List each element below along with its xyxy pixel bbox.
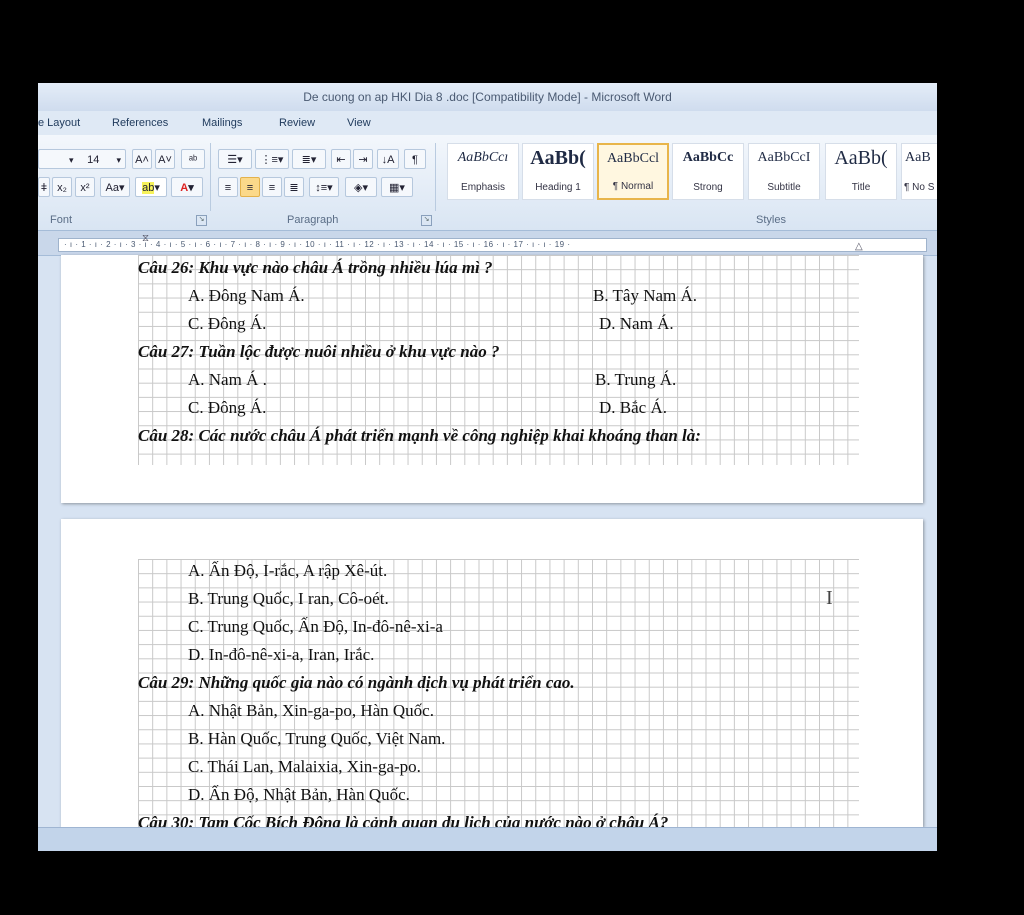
group-divider: [435, 143, 436, 211]
text-cursor-icon: I: [826, 587, 833, 609]
answer-27-d: D. Bắc Á.: [599, 398, 667, 417]
question-29: Câu 29: Những quốc gia nào có ngành dịch…: [138, 673, 575, 692]
question-26: Câu 26: Khu vực nào châu Á trồng nhiều l…: [138, 258, 493, 277]
answer-29-b: B. Hàn Quốc, Trung Quốc, Việt Nam.: [188, 729, 446, 748]
font-dialog-launcher-icon[interactable]: ↘: [196, 215, 207, 226]
change-case-icon[interactable]: Aa▾: [100, 177, 130, 197]
window-title: De cuong on ap HKI Dia 8 .doc [Compatibi…: [38, 83, 937, 111]
show-marks-icon[interactable]: ¶: [404, 149, 426, 169]
tab-view[interactable]: View: [347, 117, 371, 129]
answer-26-a: A. Đông Nam Á.: [188, 286, 305, 305]
document-page-1[interactable]: Câu 26: Khu vực nào châu Á trồng nhiều l…: [61, 255, 923, 503]
align-center-icon[interactable]: ≡: [240, 177, 260, 197]
word-window: De cuong on ap HKI Dia 8 .doc [Compatibi…: [38, 83, 937, 851]
indent-marker-icon[interactable]: ⧖: [142, 233, 149, 244]
shading-icon[interactable]: ◈▾: [345, 177, 377, 197]
answer-29-d: D. Ấn Độ, Nhật Bản, Hàn Quốc.: [188, 785, 410, 804]
style-sample: AaBbCc: [682, 150, 734, 165]
style-sample: AaBbCcı: [457, 150, 509, 165]
style-sample: AaBbCcl: [606, 151, 660, 166]
style-name: Subtitle: [767, 182, 801, 193]
shrink-font-icon[interactable]: A˅: [155, 149, 175, 169]
answer-26-c: C. Đông Á.: [188, 314, 267, 333]
grow-font-icon[interactable]: A˄: [132, 149, 152, 169]
answer-28-a: A. Ấn Độ, I-rắc, A rập Xê-út.: [188, 561, 388, 580]
style-heading-1[interactable]: AaBb( Heading 1: [522, 143, 594, 200]
style-emphasis[interactable]: AaBbCcı Emphasis: [447, 143, 519, 200]
line-spacing-icon[interactable]: ↕≡▾: [309, 177, 339, 197]
font-size-value: 14: [87, 154, 100, 166]
answer-27-c: C. Đông Á.: [188, 398, 267, 417]
document-page-2[interactable]: A. Ấn Độ, I-rắc, A rập Xê-út. B. Trung Q…: [61, 519, 923, 827]
subscript-icon[interactable]: x₂: [52, 177, 72, 197]
style-sample: AaBb(: [834, 147, 888, 169]
strikethrough-icon[interactable]: ǂ: [38, 177, 50, 197]
answer-26-d: D. Nam Á.: [599, 314, 674, 333]
question-27: Câu 27: Tuần lộc được nuôi nhiều ở khu v…: [138, 342, 500, 361]
ribbon: ▾ 14 ▾ A˄ A˅ ᵃᵇ ǂ x₂ x² Aa▾ ab▾ A▾ Font …: [38, 135, 937, 231]
dropdown-arrow-icon: ▾: [69, 155, 74, 165]
styles-group-label: Styles: [756, 214, 786, 226]
status-bar: [38, 827, 937, 851]
answer-28-d: D. In-đô-nê-xi-a, Iran, Irắc.: [188, 645, 375, 664]
style-sample: AaB: [905, 150, 931, 165]
clear-formatting-icon[interactable]: ᵃᵇ: [181, 149, 205, 169]
group-divider: [210, 143, 211, 211]
style-subtitle[interactable]: AaBbCcI Subtitle: [748, 143, 820, 200]
answer-28-c: C. Trung Quốc, Ấn Độ, In-đô-nê-xi-a: [188, 617, 443, 636]
style-name: Emphasis: [461, 182, 505, 193]
style-strong[interactable]: AaBbCc Strong: [672, 143, 744, 200]
style-name: ¶ Normal: [612, 181, 654, 192]
increase-indent-icon[interactable]: ⇥: [353, 149, 373, 169]
multilevel-list-icon[interactable]: ≣▾: [292, 149, 326, 169]
question-28: Câu 28: Các nước châu Á phát triển mạnh …: [138, 426, 701, 445]
style-name: ¶ No S: [904, 182, 935, 193]
chevron-down-icon: ▾: [116, 155, 121, 165]
style-sample: AaBb(: [530, 147, 586, 169]
right-indent-marker-icon[interactable]: △: [855, 241, 863, 252]
align-right-icon[interactable]: ≡: [262, 177, 282, 197]
style-name: Strong: [693, 182, 723, 193]
tab-page-layout[interactable]: e Layout: [38, 117, 80, 129]
bullets-icon[interactable]: ☰▾: [218, 149, 252, 169]
tab-review[interactable]: Review: [279, 117, 315, 129]
highlight-icon[interactable]: ab▾: [135, 177, 167, 197]
answer-26-b: B. Tây Nam Á.: [593, 286, 698, 305]
paragraph-group-label: Paragraph: [287, 214, 339, 226]
answer-29-c: C. Thái Lan, Malaixia, Xin-ga-po.: [188, 757, 421, 776]
horizontal-ruler[interactable]: · ı · 1 · ı · 2 · ı · 3 · ı · 4 · ı · 5 …: [38, 231, 937, 256]
font-color-icon[interactable]: A▾: [171, 177, 203, 197]
style-name: Title: [851, 182, 871, 193]
style-title[interactable]: AaBb( Title: [825, 143, 897, 200]
style-sample: AaBbCcI: [757, 150, 811, 165]
ruler-marks: · ı · 1 · ı · 2 · ı · 3 · ı · 4 · ı · 5 …: [64, 240, 571, 249]
question-30: Câu 30: Tam Cốc Bích Động là cảnh quan d…: [138, 813, 669, 827]
decrease-indent-icon[interactable]: ⇤: [331, 149, 351, 169]
tab-mailings[interactable]: Mailings: [202, 117, 242, 129]
style-normal[interactable]: AaBbCcl ¶ Normal: [597, 143, 669, 200]
paragraph-dialog-launcher-icon[interactable]: ↘: [421, 215, 432, 226]
align-left-icon[interactable]: ≡: [218, 177, 238, 197]
answer-28-b: B. Trung Quốc, I ran, Cô-oét.: [188, 589, 389, 608]
numbering-icon[interactable]: ⋮≡▾: [255, 149, 289, 169]
font-group-label: Font: [50, 214, 73, 226]
answer-29-a: A. Nhật Bản, Xin-ga-po, Hàn Quốc.: [188, 701, 434, 720]
tab-references[interactable]: References: [112, 117, 168, 129]
style-name: Heading 1: [535, 182, 581, 193]
style-no-spacing[interactable]: AaB ¶ No S: [901, 143, 937, 200]
superscript-icon[interactable]: x²: [75, 177, 95, 197]
font-size-dropdown[interactable]: ▾ 14 ▾: [38, 149, 126, 169]
answer-27-b: B. Trung Á.: [595, 370, 677, 389]
sort-icon[interactable]: ↓A: [377, 149, 399, 169]
ribbon-tabs: e Layout References Mailings Review View: [38, 111, 937, 135]
answer-27-a: A. Nam Á .: [188, 370, 267, 389]
justify-icon[interactable]: ≣: [284, 177, 304, 197]
borders-icon[interactable]: ▦▾: [381, 177, 413, 197]
